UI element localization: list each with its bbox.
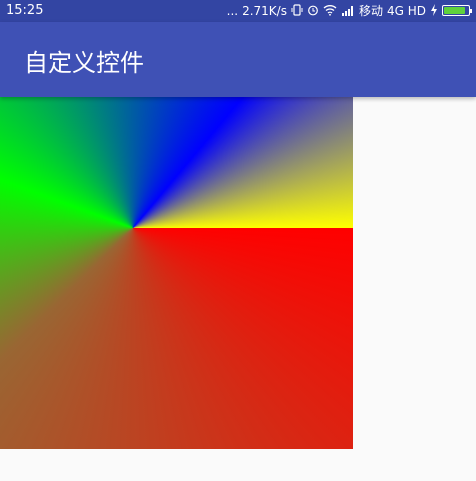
- status-time: 15:25: [6, 3, 44, 18]
- battery-level: [444, 7, 466, 14]
- network-type: 4G HD: [386, 3, 426, 18]
- app-bar: 自定义控件: [0, 22, 476, 97]
- sweep-gradient-view: [0, 97, 353, 449]
- charging-icon: [430, 3, 438, 18]
- status-icons: ... 2.71K/s 移动 4G HD: [226, 2, 472, 19]
- network-speed: 2.71K/s: [242, 3, 287, 18]
- status-bar: 15:25 ... 2.71K/s 移动 4G HD: [0, 0, 476, 22]
- alarm-icon: [307, 4, 319, 18]
- vibrate-icon: [291, 3, 303, 18]
- signal-icon: [341, 4, 355, 18]
- carrier-name: 移动: [358, 4, 383, 18]
- battery-icon: [442, 5, 472, 16]
- wifi-icon: [323, 4, 337, 18]
- page-title: 自定义控件: [24, 49, 144, 77]
- more-indicator: ...: [226, 3, 239, 18]
